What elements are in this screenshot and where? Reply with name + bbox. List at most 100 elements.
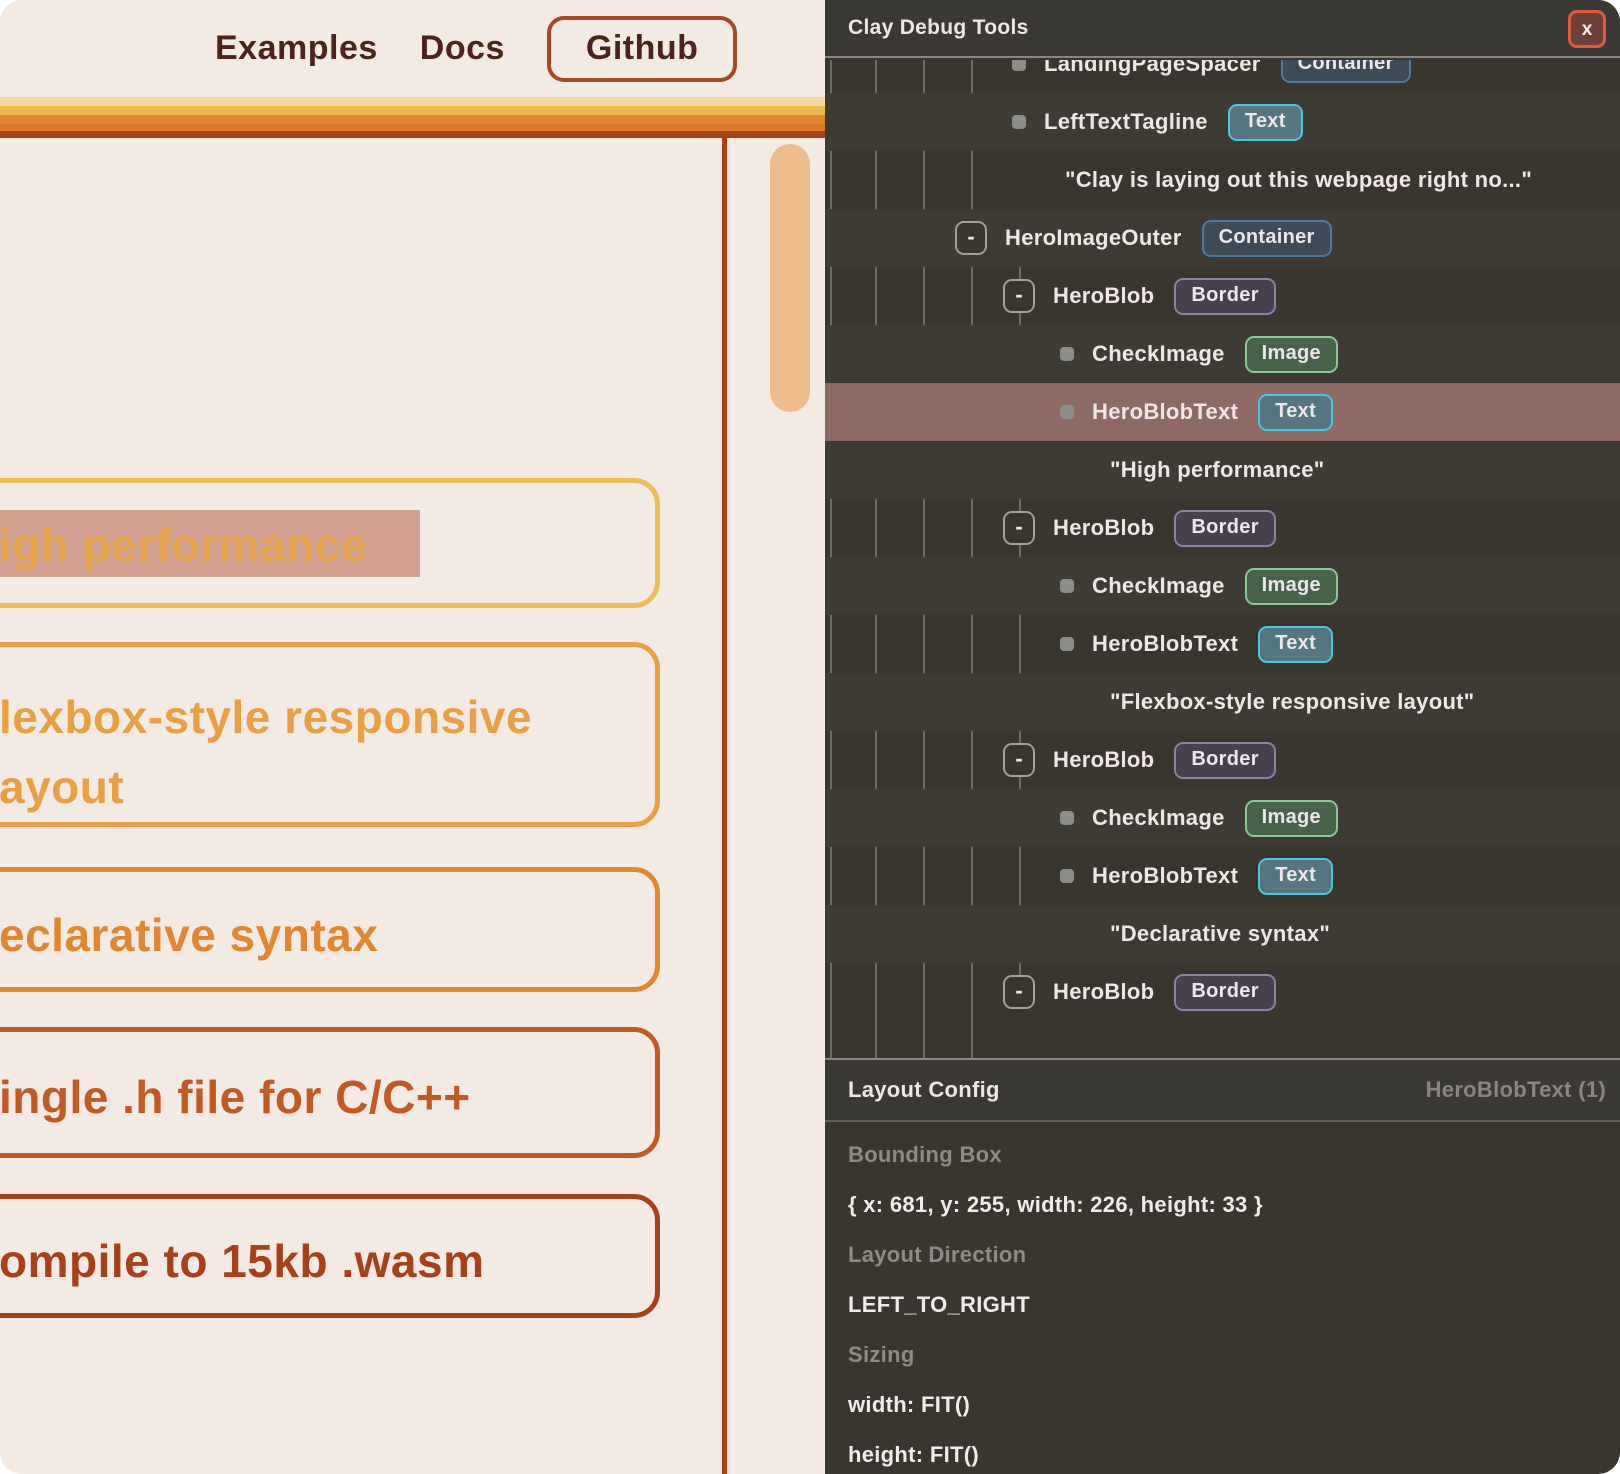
- close-button[interactable]: x: [1568, 10, 1606, 48]
- nav-docs[interactable]: Docs: [420, 29, 505, 68]
- collapse-toggle-button[interactable]: -: [1003, 743, 1035, 777]
- text-content-preview: "Declarative syntax": [1110, 921, 1330, 947]
- tree-node-row[interactable]: CheckImage Image: [825, 789, 1620, 847]
- element-type-badge: Border: [1174, 974, 1275, 1011]
- leaf-bullet-icon: [1060, 405, 1074, 419]
- element-type-badge: Container: [1202, 220, 1332, 257]
- tree-node-name: HeroBlob: [1053, 515, 1154, 541]
- element-type-badge: Image: [1245, 336, 1338, 373]
- feature-card-text: igh performance: [0, 510, 367, 580]
- feature-card: ompile to 15kb .wasm: [0, 1194, 660, 1318]
- config-field-label: Bounding Box: [848, 1130, 1620, 1180]
- app-window: Examples Docs Github igh performance lexb…: [0, 0, 1620, 1474]
- github-button[interactable]: Github: [547, 16, 738, 82]
- leaf-bullet-icon: [1012, 115, 1026, 129]
- tree-node-row[interactable]: HeroBlobText Text: [825, 383, 1620, 441]
- tree-node-name: HeroBlob: [1053, 979, 1154, 1005]
- tree-node-name: CheckImage: [1092, 805, 1225, 831]
- feature-card-text: ompile to 15kb .wasm: [0, 1226, 484, 1296]
- tree-text-preview-row: "High performance": [825, 441, 1620, 499]
- gradient-stripe: [0, 131, 825, 138]
- tree-node-name: HeroBlobText: [1092, 399, 1238, 425]
- collapse-toggle-button[interactable]: -: [955, 221, 987, 255]
- config-field-value: height: FIT(): [848, 1430, 1620, 1474]
- collapse-toggle-button[interactable]: -: [1003, 511, 1035, 545]
- layout-config-body: Bounding Box{ x: 681, y: 255, width: 226…: [825, 1124, 1620, 1474]
- feature-card-text: lexbox-style responsiveayout: [0, 682, 532, 822]
- element-type-badge: Text: [1258, 626, 1333, 663]
- tree-node-row[interactable]: LeftTextTagline Text: [825, 93, 1620, 151]
- tree-node-name: LeftTextTagline: [1044, 109, 1208, 135]
- tree-node-name: HeroBlobText: [1092, 863, 1238, 889]
- feature-card-text: ingle .h file for C/C++: [0, 1062, 471, 1132]
- tree-node-name: CheckImage: [1092, 341, 1225, 367]
- config-field-value: width: FIT(): [848, 1380, 1620, 1430]
- text-content-preview: "Clay is laying out this webpage right n…: [1065, 167, 1532, 193]
- clay-debug-panel: Clay Debug Tools x LandingPageSpacer Cont…: [825, 0, 1620, 1474]
- page-vertical-divider: [722, 138, 727, 1474]
- leaf-bullet-icon: [1060, 869, 1074, 883]
- gradient-stripe: [0, 124, 825, 131]
- collapse-toggle-button[interactable]: -: [1003, 279, 1035, 313]
- tree-node-row[interactable]: -HeroBlob Border: [825, 963, 1620, 1021]
- layout-config-title: Layout Config: [848, 1077, 1000, 1103]
- tree-node-name: HeroBlobText: [1092, 631, 1238, 657]
- tree-node-name: HeroBlob: [1053, 747, 1154, 773]
- element-type-badge: Image: [1245, 568, 1338, 605]
- tree-node-row[interactable]: LandingPageSpacer Container: [825, 60, 1620, 93]
- debug-panel-header: Clay Debug Tools x: [825, 0, 1620, 58]
- nav-examples[interactable]: Examples: [215, 29, 378, 68]
- tree-node-name: CheckImage: [1092, 573, 1225, 599]
- tree-node-row[interactable]: -HeroBlob Border: [825, 731, 1620, 789]
- element-type-badge: Text: [1258, 394, 1333, 431]
- tree-node-row[interactable]: HeroBlobText Text: [825, 847, 1620, 905]
- element-type-badge: Container: [1281, 60, 1411, 83]
- feature-card: eclarative syntax: [0, 867, 660, 992]
- gradient-stripe: [0, 115, 825, 124]
- gradient-stripe: [0, 97, 825, 106]
- page-scrollbar-thumb[interactable]: [770, 144, 810, 412]
- leaf-bullet-icon: [1060, 347, 1074, 361]
- text-content-preview: "Flexbox-style responsive layout": [1110, 689, 1475, 715]
- layout-config-header: Layout Config HeroBlobText (1): [825, 1058, 1620, 1122]
- element-type-badge: Border: [1174, 510, 1275, 547]
- top-nav: Examples Docs Github: [215, 0, 737, 97]
- element-tree: LandingPageSpacer Container LeftTextTaglin…: [825, 60, 1620, 1058]
- text-content-preview: "High performance": [1110, 457, 1325, 483]
- tree-node-row[interactable]: CheckImage Image: [825, 557, 1620, 615]
- element-type-badge: Text: [1228, 104, 1303, 141]
- leaf-bullet-icon: [1060, 579, 1074, 593]
- element-type-badge: Image: [1245, 800, 1338, 837]
- layout-config-selected-element: HeroBlobText (1): [1426, 1077, 1606, 1103]
- tree-node-row[interactable]: -HeroBlob Border: [825, 499, 1620, 557]
- feature-card: lexbox-style responsiveayout: [0, 642, 660, 827]
- tree-node-name: HeroBlob: [1053, 283, 1154, 309]
- element-type-badge: Text: [1258, 858, 1333, 895]
- tree-node-name: LandingPageSpacer: [1044, 60, 1261, 77]
- leaf-bullet-icon: [1060, 811, 1074, 825]
- feature-card: igh performance: [0, 478, 660, 608]
- tree-text-preview-row: "Flexbox-style responsive layout": [825, 673, 1620, 731]
- gradient-stripe: [0, 106, 825, 115]
- tree-node-row[interactable]: HeroBlobText Text: [825, 615, 1620, 673]
- config-field-label: Layout Direction: [848, 1230, 1620, 1280]
- config-field-value: LEFT_TO_RIGHT: [848, 1280, 1620, 1330]
- collapse-toggle-button[interactable]: -: [1003, 975, 1035, 1009]
- github-button-label: Github: [586, 29, 699, 68]
- tree-text-preview-row: "Clay is laying out this webpage right n…: [825, 151, 1620, 209]
- tree-node-row[interactable]: -HeroImageOuterContainer: [825, 209, 1620, 267]
- config-field-label: Sizing: [848, 1330, 1620, 1380]
- debug-panel-title: Clay Debug Tools: [848, 16, 1029, 40]
- header-gradient-stripes: [0, 97, 825, 138]
- feature-card-text: eclarative syntax: [0, 900, 378, 970]
- leaf-bullet-icon: [1012, 60, 1026, 71]
- config-field-value: { x: 681, y: 255, width: 226, height: 33…: [848, 1180, 1620, 1230]
- leaf-bullet-icon: [1060, 637, 1074, 651]
- feature-card: ingle .h file for C/C++: [0, 1027, 660, 1158]
- element-type-badge: Border: [1174, 742, 1275, 779]
- element-type-badge: Border: [1174, 278, 1275, 315]
- tree-node-row[interactable]: -HeroBlob Border: [825, 267, 1620, 325]
- close-icon: x: [1582, 20, 1593, 39]
- tree-text-preview-row: "Declarative syntax": [825, 905, 1620, 963]
- tree-node-row[interactable]: CheckImage Image: [825, 325, 1620, 383]
